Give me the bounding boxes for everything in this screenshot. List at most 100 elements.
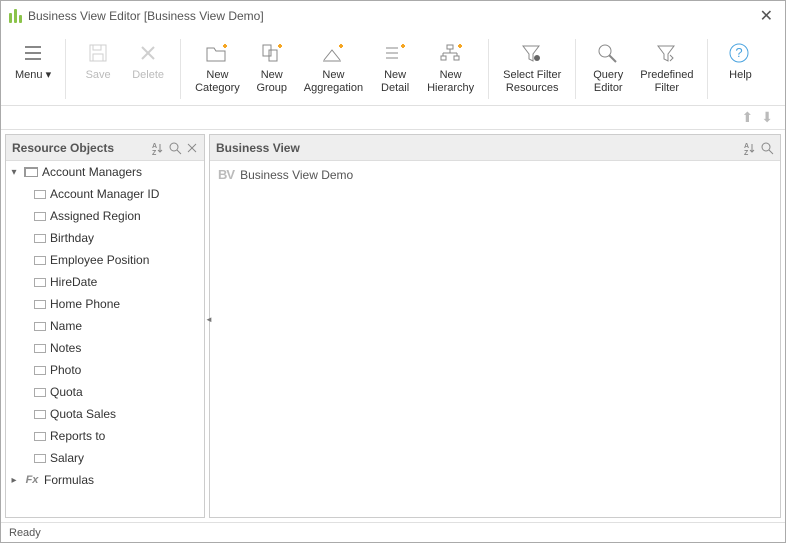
business-view-item[interactable]: BV Business View Demo xyxy=(218,167,772,182)
svg-text:A: A xyxy=(744,143,749,150)
menu-icon xyxy=(19,39,47,67)
query-editor-icon xyxy=(594,39,622,67)
tree-field-label: Notes xyxy=(50,341,81,355)
hierarchy-plus-icon xyxy=(437,39,465,67)
panel-close-icon[interactable] xyxy=(186,142,198,154)
new-group-button[interactable]: New Group xyxy=(248,35,296,99)
tree-field-item[interactable]: Home Phone xyxy=(6,293,204,315)
status-text: Ready xyxy=(9,527,41,539)
tree-field-item[interactable]: Account Manager ID xyxy=(6,183,204,205)
tree-field-label: Employee Position xyxy=(50,253,149,267)
status-bar: Ready xyxy=(1,522,785,542)
tree-field-item[interactable]: Photo xyxy=(6,359,204,381)
tree-field-item[interactable]: Assigned Region xyxy=(6,205,204,227)
svg-text:?: ? xyxy=(736,45,743,60)
move-down-button[interactable]: ⬇ xyxy=(759,109,775,126)
svg-text:Z: Z xyxy=(152,150,157,155)
new-category-button[interactable]: New Category xyxy=(189,35,246,99)
tree-field-item[interactable]: Name xyxy=(6,315,204,337)
tree-field-item[interactable]: Quota xyxy=(6,381,204,403)
new-hierarchy-button[interactable]: New Hierarchy xyxy=(421,35,480,99)
business-view-title: Business View xyxy=(216,141,300,155)
new-group-label: New Group xyxy=(256,69,287,95)
menu-label: Menu xyxy=(15,69,43,81)
group-plus-icon xyxy=(258,39,286,67)
formula-icon: Fx xyxy=(24,474,40,486)
column-icon xyxy=(34,432,46,441)
column-icon xyxy=(34,300,46,309)
search-icon[interactable] xyxy=(168,141,182,155)
tree-field-item[interactable]: Quota Sales xyxy=(6,403,204,425)
column-icon xyxy=(34,454,46,463)
help-button[interactable]: ? Help xyxy=(716,35,764,86)
tree-field-item[interactable]: Reports to xyxy=(6,425,204,447)
column-icon xyxy=(34,234,46,243)
new-aggregation-button[interactable]: New Aggregation xyxy=(298,35,369,99)
column-icon xyxy=(34,388,46,397)
select-filter-resources-label: Select Filter Resources xyxy=(503,69,561,95)
tree-field-label: Account Manager ID xyxy=(50,187,159,201)
column-icon xyxy=(34,190,46,199)
tree-field-label: Home Phone xyxy=(50,297,120,311)
svg-text:Z: Z xyxy=(744,150,749,155)
tree-field-item[interactable]: Salary xyxy=(6,447,204,469)
resource-objects-header: Resource Objects AZ xyxy=(6,135,204,161)
move-up-button[interactable]: ⬆ xyxy=(740,109,756,126)
query-editor-label: Query Editor xyxy=(593,69,623,95)
collapse-icon[interactable]: ▾ xyxy=(8,167,20,178)
predefined-filter-label: Predefined Filter xyxy=(640,69,693,95)
search-icon[interactable] xyxy=(760,141,774,155)
sort-icon[interactable]: AZ xyxy=(150,141,164,155)
new-detail-button[interactable]: New Detail xyxy=(371,35,419,99)
new-hierarchy-label: New Hierarchy xyxy=(427,69,474,95)
table-icon xyxy=(24,167,38,177)
bv-icon: BV xyxy=(218,167,234,182)
tree-field-label: Quota xyxy=(50,385,83,399)
column-icon xyxy=(34,322,46,331)
column-icon xyxy=(34,278,46,287)
help-label: Help xyxy=(729,69,752,82)
app-logo-icon xyxy=(9,9,22,23)
predefined-filter-button[interactable]: Predefined Filter xyxy=(634,35,699,99)
column-icon xyxy=(34,212,46,221)
column-icon xyxy=(34,366,46,375)
panel-splitter[interactable] xyxy=(205,311,211,341)
query-editor-button[interactable]: Query Editor xyxy=(584,35,632,99)
sort-icon[interactable]: AZ xyxy=(742,141,756,155)
save-button: Save xyxy=(74,35,122,86)
tree-root-formulas[interactable]: ▸ Fx Formulas xyxy=(6,469,204,491)
resource-tree[interactable]: ▾ Account Managers Account Manager ID Ass… xyxy=(6,161,204,517)
tree-field-item[interactable]: Notes xyxy=(6,337,204,359)
new-category-label: New Category xyxy=(195,69,240,95)
app-window: Business View Editor [Business View Demo… xyxy=(0,0,786,543)
svg-text:A: A xyxy=(152,143,157,150)
titlebar: Business View Editor [Business View Demo… xyxy=(1,1,785,31)
tree-field-label: Photo xyxy=(50,363,81,377)
column-icon xyxy=(34,256,46,265)
select-filter-resources-button[interactable]: Select Filter Resources xyxy=(497,35,567,99)
tree-root-account-managers[interactable]: ▾ Account Managers xyxy=(6,161,204,183)
business-view-item-label: Business View Demo xyxy=(240,168,353,182)
resource-objects-title: Resource Objects xyxy=(12,141,114,155)
tree-field-item[interactable]: Birthday xyxy=(6,227,204,249)
help-icon: ? xyxy=(726,39,754,67)
tree-field-label: HireDate xyxy=(50,275,97,289)
tree-field-label: Reports to xyxy=(50,429,105,443)
column-icon xyxy=(34,344,46,353)
business-view-panel: Business View AZ BV Business View Demo xyxy=(209,134,781,518)
tree-field-item[interactable]: Employee Position xyxy=(6,249,204,271)
expand-icon[interactable]: ▸ xyxy=(8,475,20,486)
business-view-content: BV Business View Demo xyxy=(210,161,780,517)
new-aggregation-label: New Aggregation xyxy=(304,69,363,95)
resource-objects-panel: Resource Objects AZ ▾ Account Managers A… xyxy=(5,134,205,518)
tree-field-label: Salary xyxy=(50,451,84,465)
main-toolbar: Menu ▾ Save Delete New Category New Grou… xyxy=(1,31,785,106)
menu-button[interactable]: Menu ▾ xyxy=(9,35,57,86)
delete-icon xyxy=(134,39,162,67)
tree-field-label: Assigned Region xyxy=(50,209,141,223)
tree-root-label: Account Managers xyxy=(42,165,142,179)
window-close-button[interactable]: ✕ xyxy=(756,6,777,26)
tree-field-item[interactable]: HireDate xyxy=(6,271,204,293)
filter-resources-icon xyxy=(518,39,546,67)
sub-toolbar: ⬆ ⬇ xyxy=(1,106,785,130)
